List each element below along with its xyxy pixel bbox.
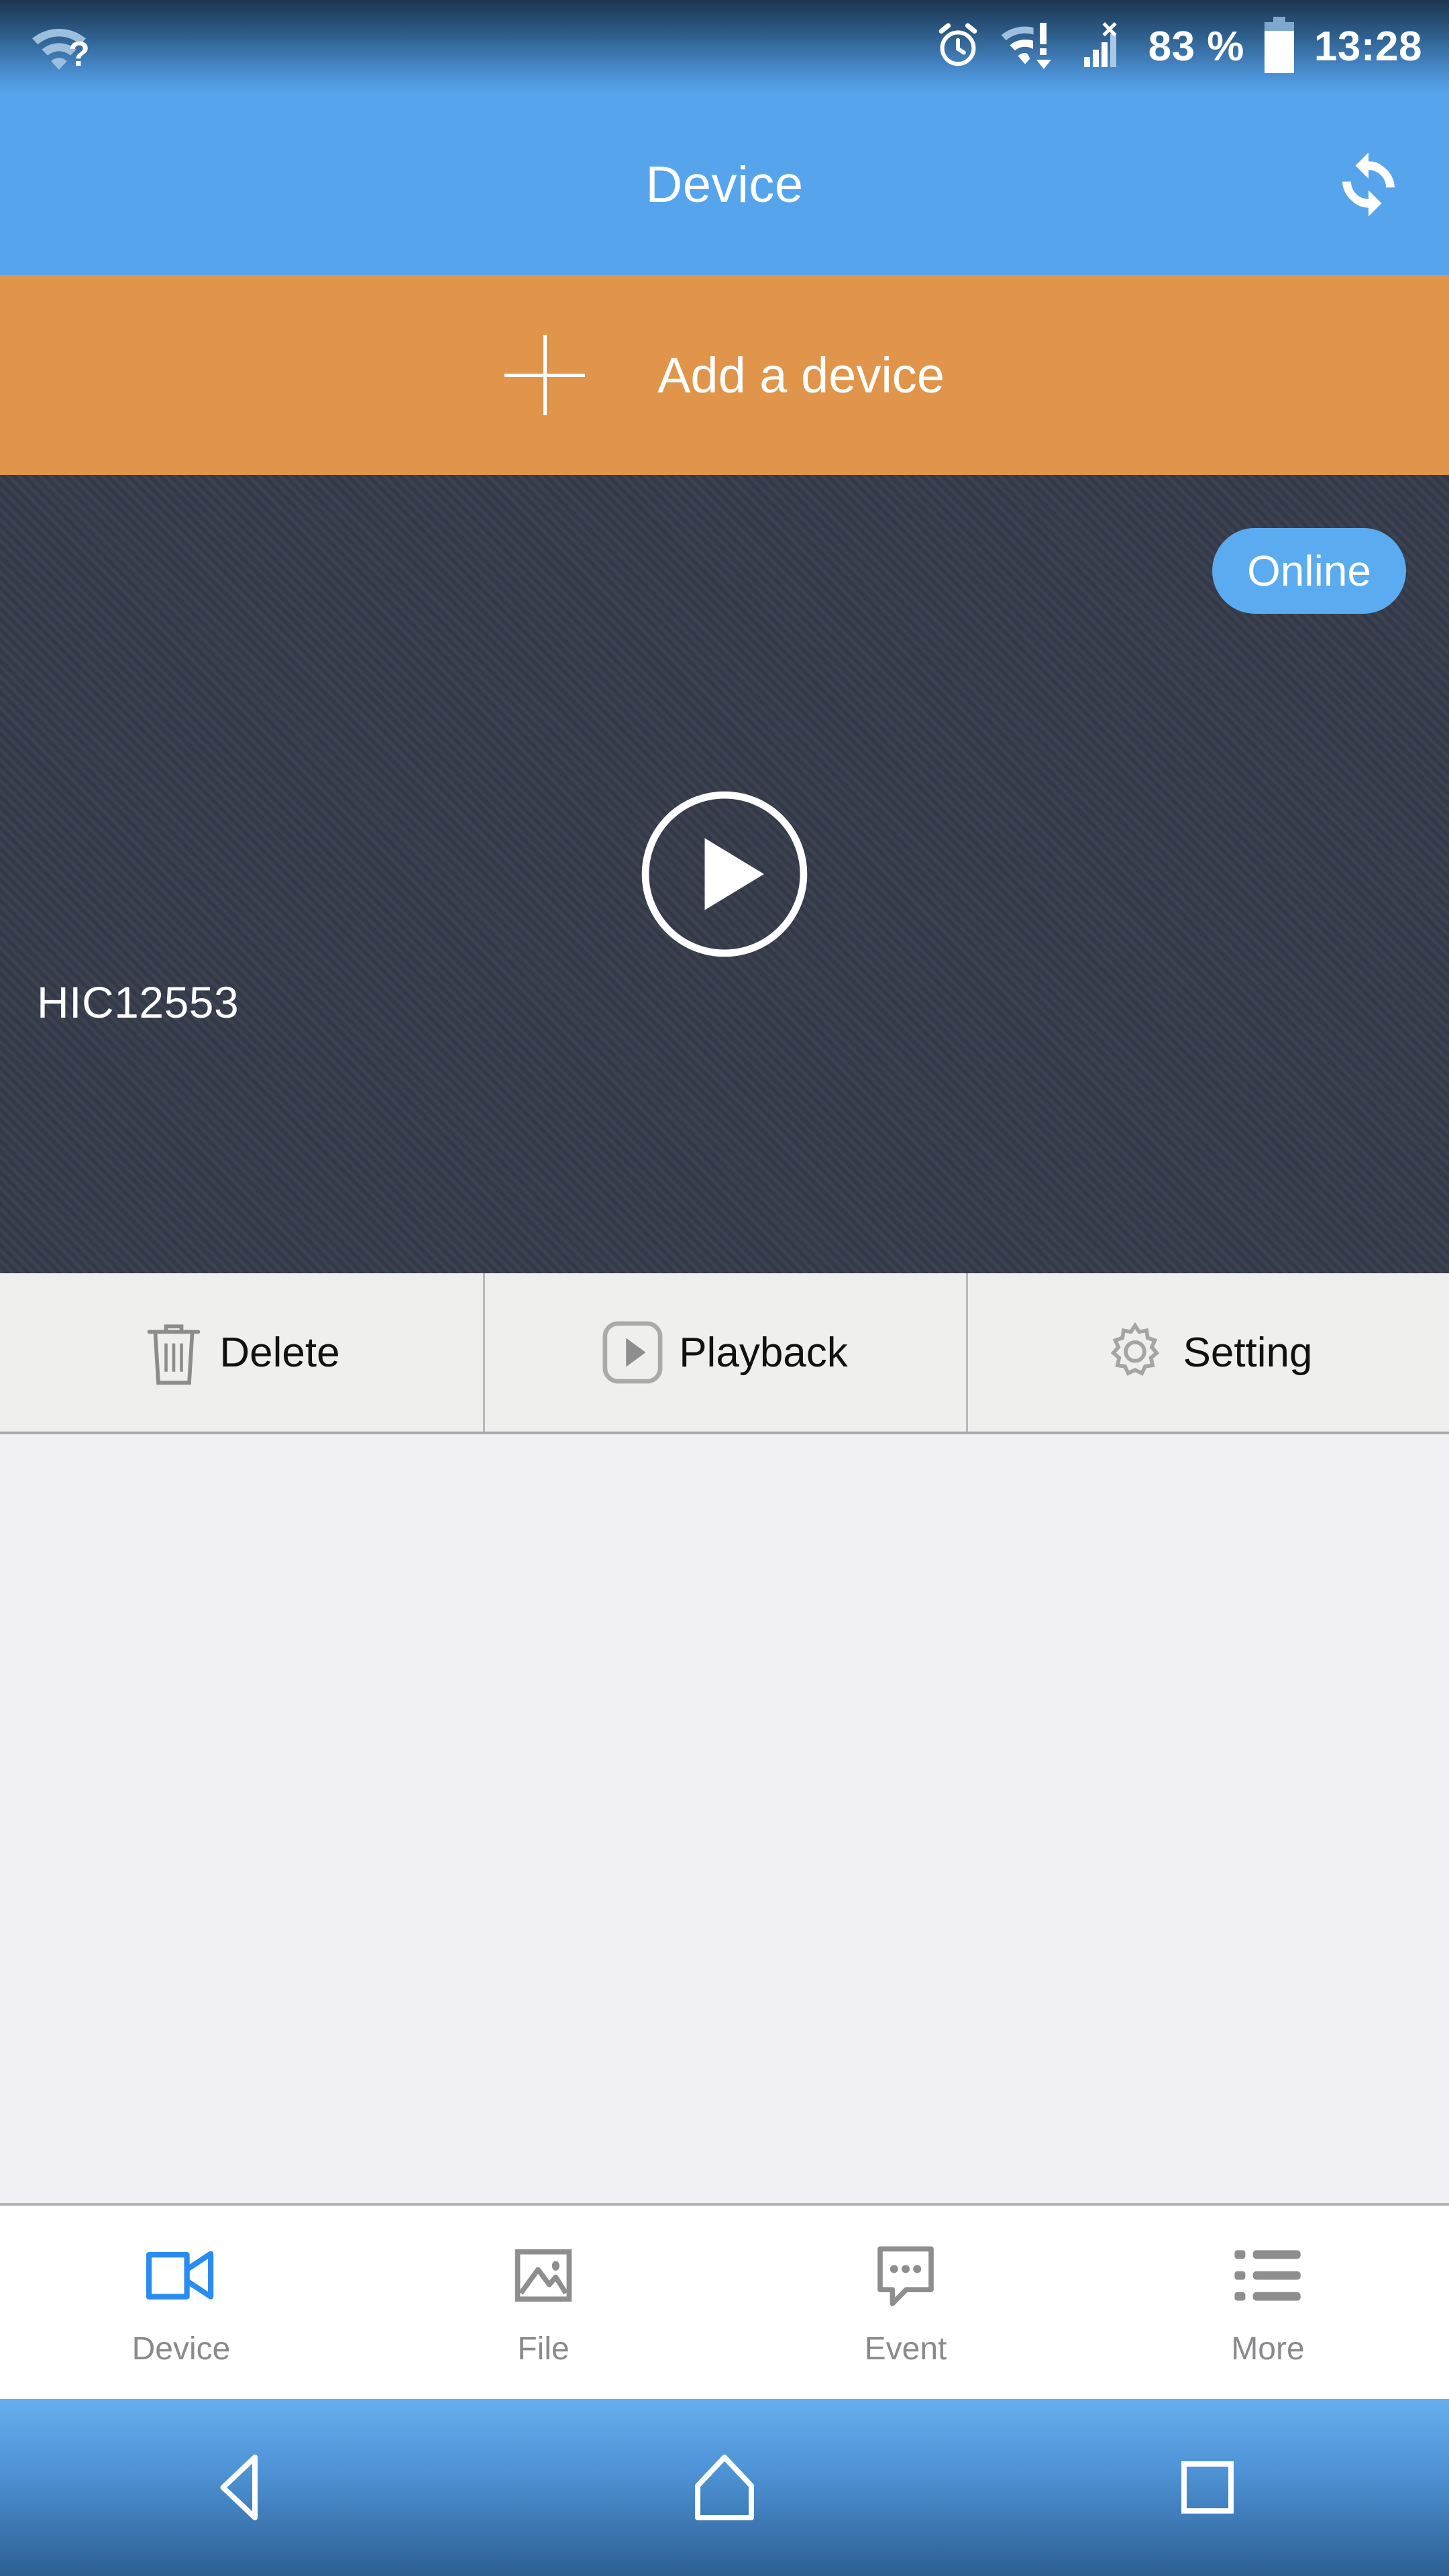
wifi-question-icon: ? [27,17,91,77]
app-header: Device [0,94,1449,275]
add-device-label: Add a device [657,347,945,403]
plus-icon [504,335,586,415]
wifi-alert-icon [1001,20,1060,74]
refresh-icon[interactable] [1328,144,1409,225]
status-bar-right: 83 % 13:28 [932,16,1422,78]
status-badge[interactable]: Online [1212,528,1406,614]
delete-label: Delete [219,1329,340,1376]
status-bar-left: ? [27,17,91,77]
home-icon[interactable] [657,2434,792,2541]
tab-file[interactable]: File [362,2206,724,2399]
playback-label: Playback [679,1329,848,1376]
playback-icon [601,1320,664,1385]
tab-device-label: Device [131,2330,231,2367]
tab-event-label: Event [864,2330,947,2367]
battery-icon [1262,16,1297,78]
setting-label: Setting [1183,1329,1313,1376]
recents-square-icon[interactable] [1140,2434,1275,2541]
page-title: Device [645,156,804,213]
tab-event[interactable]: Event [724,2206,1087,2399]
delete-button[interactable]: Delete [0,1273,483,1432]
back-triangle-icon[interactable] [174,2434,309,2541]
tab-device[interactable]: Device [0,2206,362,2399]
signal-no-sim-icon [1077,20,1131,74]
list-icon [1232,2238,1303,2313]
bottom-tab-bar: Device File Event More [0,2206,1449,2399]
tab-more-label: More [1231,2330,1305,2367]
device-name: HIC12553 [37,977,239,1027]
video-camera-icon [145,2238,217,2313]
gear-icon [1102,1320,1168,1385]
android-nav-bar [0,2399,1449,2576]
clock-label: 13:28 [1313,23,1422,70]
device-preview-panel[interactable]: HIC12553 Online [0,475,1449,1273]
add-device-button[interactable]: Add a device [0,275,1449,475]
device-action-bar: Delete Playback Setting [0,1273,1449,1434]
speech-bubble-icon [872,2238,939,2313]
setting-button[interactable]: Setting [966,1273,1449,1432]
device-list-empty-area [0,1434,1449,2206]
trash-icon [143,1318,205,1387]
playback-button[interactable]: Playback [483,1273,966,1432]
battery-percent-label: 83 % [1148,23,1244,70]
svg-text:?: ? [68,35,90,74]
image-icon [511,2238,576,2313]
phone-screen: ? 83 % 13:28 Device Add a device HIC1255… [0,0,1449,2576]
tab-file-label: File [517,2330,570,2367]
status-bar: ? 83 % 13:28 [0,0,1449,94]
tab-more[interactable]: More [1087,2206,1449,2399]
alarm-clock-icon [932,20,983,74]
play-circle-icon[interactable] [635,784,814,964]
